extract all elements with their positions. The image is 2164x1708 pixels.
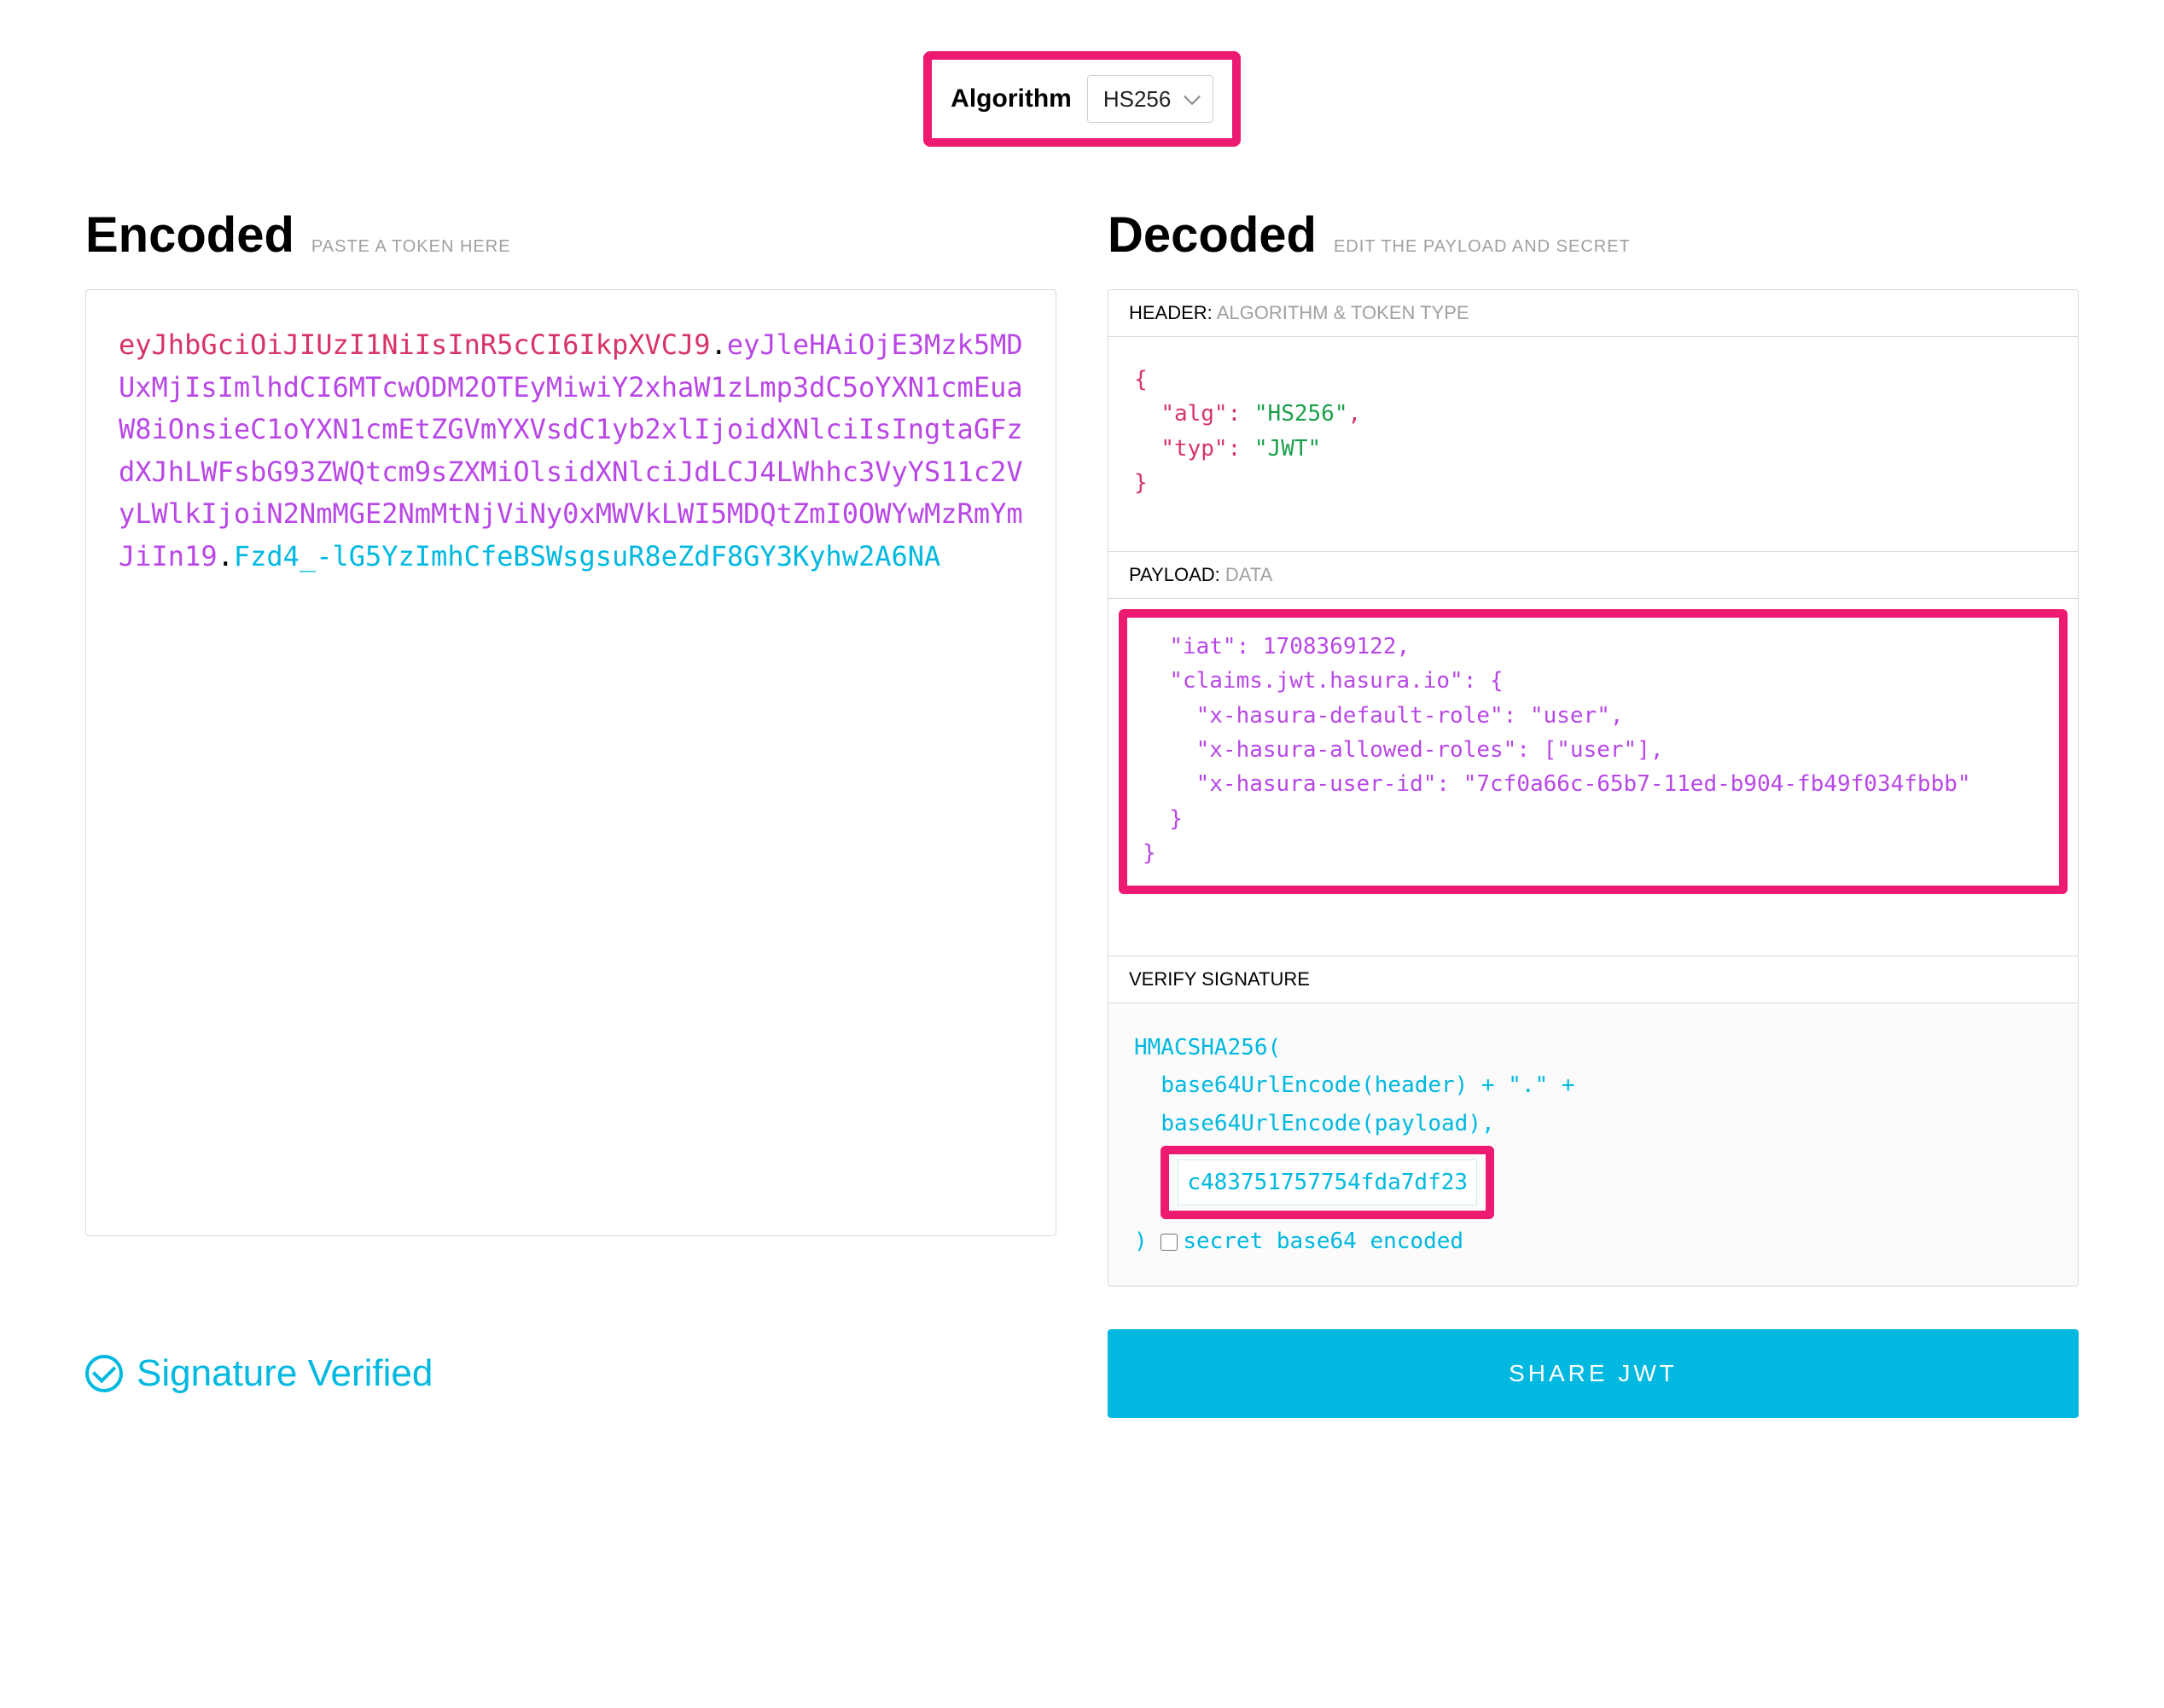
algorithm-label: Algorithm <box>951 84 1072 113</box>
secret-base64-label: secret base64 encoded <box>1183 1229 1463 1254</box>
typ-val: "JWT" <box>1254 436 1321 462</box>
verify-section-label: VERIFY SIGNATURE <box>1108 956 2078 1003</box>
secret-base64-checkbox[interactable] <box>1161 1234 1178 1251</box>
secret-highlight-box: c483751757754fda7df23 <box>1161 1146 1494 1219</box>
payload-highlight-box: "iat": 1708369122, "claims.jwt.hasura.io… <box>1119 609 2068 894</box>
verify-close-paren: ) <box>1134 1229 1148 1254</box>
header-section-label: HEADER: ALGORITHM & TOKEN TYPE <box>1108 290 2078 337</box>
header-section-body[interactable]: { "alg": "HS256", "typ": "JWT" } <box>1108 337 2078 551</box>
verify-line1: HMACSHA256( <box>1134 1029 2052 1066</box>
alg-key: "alg" <box>1161 401 1227 427</box>
claims-brace-close: } <box>1169 806 1183 832</box>
algorithm-row: Algorithm HS256 <box>85 51 2079 147</box>
share-jwt-button[interactable]: SHARE JWT <box>1108 1329 2079 1418</box>
verify-section-body: HMACSHA256( base64UrlEncode(header) + ".… <box>1108 1003 2078 1286</box>
brace-open: { <box>1134 367 1148 392</box>
encoded-token-dot2: . <box>218 540 234 572</box>
encoded-title-row: Encoded PASTE A TOKEN HERE <box>85 206 1056 264</box>
payload-section-label: PAYLOAD: DATA <box>1108 551 2078 599</box>
default-role-key: "x-hasura-default-role" <box>1196 703 1504 729</box>
encoded-title: Encoded <box>85 206 294 264</box>
user-id-val: "7cf0a66c-65b7-11ed-b904-fb49f034fbbb" <box>1463 771 1971 797</box>
payload-section-body[interactable]: "iat": 1708369122, "claims.jwt.hasura.io… <box>1108 609 2078 956</box>
iat-val: 1708369122 <box>1263 634 1397 659</box>
verify-line3: base64UrlEncode(payload), <box>1161 1111 1494 1136</box>
brace-close: } <box>1134 470 1148 496</box>
footer-row: Signature Verified SHARE JWT <box>85 1329 2079 1418</box>
payload-brace-close: } <box>1143 840 1156 866</box>
iat-key: "iat" <box>1169 634 1236 659</box>
allowed-roles-key: "x-hasura-allowed-roles" <box>1196 737 1517 763</box>
algorithm-select-wrap: HS256 <box>1087 75 1213 123</box>
decoded-subtitle: EDIT THE PAYLOAD AND SECRET <box>1334 237 1631 257</box>
verify-section-label-text: VERIFY SIGNATURE <box>1129 968 1310 990</box>
secret-input[interactable]: c483751757754fda7df23 <box>1178 1159 1477 1205</box>
main-columns: Encoded PASTE A TOKEN HERE eyJhbGciOiJIU… <box>85 206 2079 1287</box>
claims-key: "claims.jwt.hasura.io" <box>1169 668 1463 694</box>
encoded-token-box[interactable]: eyJhbGciOiJIUzI1NiIsInR5cCI6IkpXVCJ9.eyJ… <box>85 289 1056 1236</box>
encoded-subtitle: PASTE A TOKEN HERE <box>311 237 511 257</box>
encoded-token-payload: eyJleHAiOjE3Mzk5MDUxMjIsImlhdCI6MTcwODM2… <box>119 328 1023 572</box>
default-role-val: "user" <box>1530 703 1610 729</box>
algorithm-highlight-box: Algorithm HS256 <box>923 51 1241 147</box>
encoded-token-dot1: . <box>711 328 727 361</box>
encoded-column: Encoded PASTE A TOKEN HERE eyJhbGciOiJIU… <box>85 206 1056 1287</box>
payload-section-label-sub: DATA <box>1225 564 1272 585</box>
header-section-label-strong: HEADER: <box>1129 302 1213 323</box>
typ-key: "typ" <box>1161 436 1227 462</box>
algorithm-select[interactable]: HS256 <box>1087 75 1213 123</box>
signature-verified: Signature Verified <box>85 1352 1056 1395</box>
user-id-key: "x-hasura-user-id" <box>1196 771 1437 797</box>
payload-section-label-strong: PAYLOAD: <box>1129 564 1220 585</box>
header-section-label-sub: ALGORITHM & TOKEN TYPE <box>1217 302 1469 323</box>
decoded-title: Decoded <box>1108 206 1317 264</box>
encoded-token-header: eyJhbGciOiJIUzI1NiIsInR5cCI6IkpXVCJ9 <box>119 328 711 361</box>
decoded-title-row: Decoded EDIT THE PAYLOAD AND SECRET <box>1108 206 2079 264</box>
allowed-roles-val: ["user"] <box>1544 737 1650 763</box>
decoded-column: Decoded EDIT THE PAYLOAD AND SECRET HEAD… <box>1108 206 2079 1287</box>
check-circle-icon <box>85 1355 123 1392</box>
alg-val: "HS256" <box>1254 401 1348 427</box>
verify-line2: base64UrlEncode(header) + "." + <box>1161 1072 1574 1098</box>
signature-verified-text: Signature Verified <box>137 1352 433 1395</box>
encoded-token-signature: Fzd4_-lG5YzImhCfeBSWsgsuR8eZdF8GY3Kyhw2A… <box>234 540 940 572</box>
decoded-box: HEADER: ALGORITHM & TOKEN TYPE { "alg": … <box>1108 289 2079 1287</box>
